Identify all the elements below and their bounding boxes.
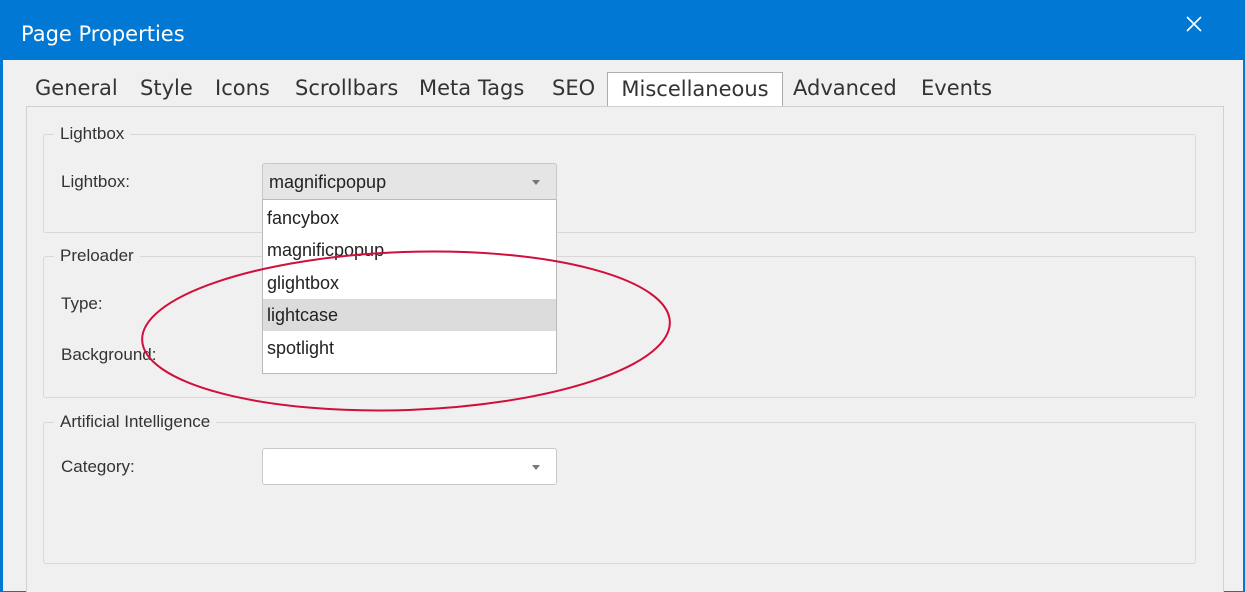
tab-meta-tags[interactable]: Meta Tags — [419, 76, 524, 100]
lightbox-select[interactable]: magnificpopup — [262, 163, 557, 200]
lightbox-group: Lightbox — [43, 124, 1196, 233]
lightbox-selected-value: magnificpopup — [269, 172, 387, 192]
chevron-down-icon — [532, 465, 540, 470]
tab-strip: General Style Icons Scrollbars Meta Tags… — [3, 72, 1243, 108]
option-lightcase[interactable]: lightcase — [263, 299, 556, 331]
tab-scrollbars[interactable]: Scrollbars — [295, 76, 398, 100]
option-glightbox[interactable]: glightbox — [263, 267, 556, 299]
preloader-type-label: Type: — [61, 294, 103, 313]
ai-legend: Artificial Intelligence — [60, 412, 211, 431]
close-icon — [1186, 16, 1202, 32]
close-button[interactable] — [1176, 6, 1212, 42]
lightbox-dropdown-list: fancybox magnificpopup glightbox lightca… — [262, 199, 557, 374]
preloader-background-label: Background: — [61, 345, 157, 364]
tab-seo[interactable]: SEO — [552, 76, 595, 100]
tab-advanced[interactable]: Advanced — [793, 76, 897, 100]
option-spotlight[interactable]: spotlight — [263, 332, 556, 364]
option-magnificpopup[interactable]: magnificpopup — [263, 234, 556, 266]
chevron-down-icon — [532, 180, 540, 185]
window-title: Page Properties — [21, 22, 185, 46]
tab-events[interactable]: Events — [921, 76, 992, 100]
tab-style[interactable]: Style — [140, 76, 193, 100]
ai-group: Artificial Intelligence — [43, 412, 1196, 564]
tab-general[interactable]: General — [35, 76, 118, 100]
lightbox-legend: Lightbox — [60, 124, 125, 143]
option-fancybox[interactable]: fancybox — [263, 202, 556, 234]
preloader-legend: Preloader — [60, 246, 134, 265]
lightbox-label: Lightbox: — [61, 172, 130, 191]
tab-icons[interactable]: Icons — [215, 76, 270, 100]
category-select[interactable] — [262, 448, 557, 485]
preloader-group: Preloader — [43, 246, 1196, 398]
tab-miscellaneous[interactable]: Miscellaneous — [607, 72, 783, 106]
category-label: Category: — [61, 457, 135, 476]
title-bar: Page Properties — [0, 0, 1245, 60]
